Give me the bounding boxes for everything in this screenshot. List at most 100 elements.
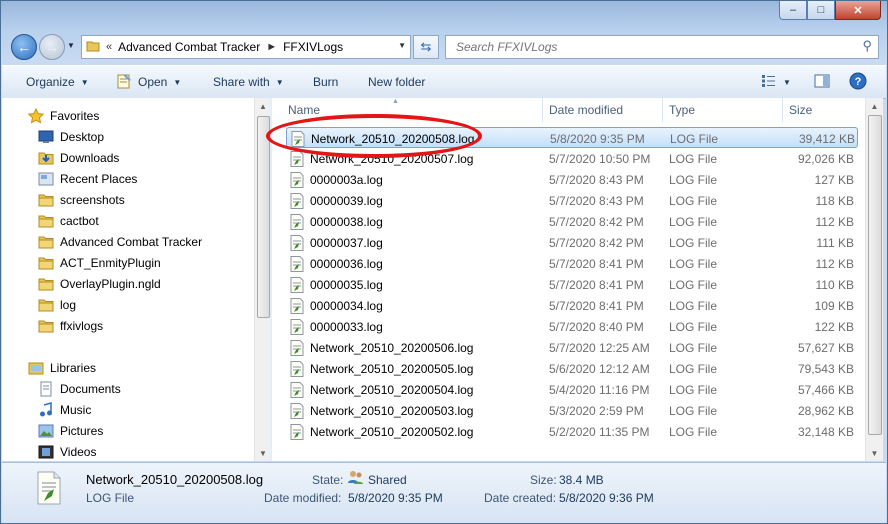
help-button[interactable]: ? <box>846 72 870 92</box>
file-row[interactable]: 00000036.log 5/7/2020 8:41 PM LOG File 112 … <box>286 253 858 274</box>
file-row[interactable]: 00000034.log 5/7/2020 8:41 PM LOG File 109 … <box>286 295 858 316</box>
scroll-down-icon[interactable]: ▼ <box>866 445 883 461</box>
search-input[interactable] <box>454 39 838 55</box>
file-row[interactable]: Network_20510_20200505.log 5/6/2020 12:12… <box>286 358 858 379</box>
file-row[interactable]: 00000038.log 5/7/2020 8:42 PM LOG File 112 … <box>286 211 858 232</box>
nav-item-overlayplugin-ngld[interactable]: OverlayPlugin.ngld <box>38 274 161 294</box>
folder-icon <box>38 192 54 208</box>
file-row[interactable]: Network_20510_20200507.log 5/7/2020 10:50… <box>286 148 858 169</box>
file-name-cell[interactable]: Network_20510_20200507.log <box>290 148 473 169</box>
breadcrumb-overflow[interactable]: « <box>106 41 112 53</box>
forward-button[interactable]: → <box>39 34 65 60</box>
file-name-cell[interactable]: Network_20510_20200502.log <box>290 421 473 442</box>
maximize-button[interactable]: □ <box>807 1 835 20</box>
search-icon[interactable]: ⚲ <box>862 38 872 54</box>
nav-item-recent-places[interactable]: Recent Places <box>38 169 137 189</box>
file-type: LOG File <box>669 361 718 376</box>
file-type: LOG File <box>669 424 718 439</box>
log-file-icon <box>290 360 304 377</box>
nav-item-log[interactable]: log <box>38 295 76 315</box>
new-folder-label: New folder <box>368 75 426 89</box>
file-row[interactable]: Network_20510_20200502.log 5/2/2020 11:35… <box>286 421 858 442</box>
nav-item-pictures[interactable]: Pictures <box>38 421 103 441</box>
file-row[interactable]: 00000037.log 5/7/2020 8:42 PM LOG File 111 … <box>286 232 858 253</box>
navigation-pane-scrollbar[interactable]: ▲ ▼ <box>254 98 271 461</box>
nav-item-label: ffxivlogs <box>60 319 104 333</box>
nav-item-downloads[interactable]: Downloads <box>38 148 119 168</box>
file-row[interactable]: 00000039.log 5/7/2020 8:43 PM LOG File 118 … <box>286 190 858 211</box>
file-name-cell[interactable]: 00000035.log <box>290 274 383 295</box>
file-name-cell[interactable]: Network_20510_20200505.log <box>290 358 473 379</box>
nav-item-music[interactable]: Music <box>38 400 91 420</box>
preview-pane-button[interactable] <box>810 72 834 92</box>
nav-favorites[interactable]: Favorites <box>27 106 99 126</box>
breadcrumb-advanced-combat-tracker[interactable]: Advanced Combat Tracker <box>118 40 260 54</box>
file-name-cell[interactable]: 00000033.log <box>290 316 383 337</box>
file-row[interactable]: Network_20510_20200504.log 5/4/2020 11:16… <box>286 379 858 400</box>
breadcrumb-separator-icon[interactable]: ► <box>266 41 277 53</box>
file-size: 118 KB <box>815 193 854 208</box>
file-name-cell[interactable]: 00000037.log <box>290 232 383 253</box>
file-row[interactable]: Network_20510_20200506.log 5/7/2020 12:25… <box>286 337 858 358</box>
column-divider[interactable] <box>782 98 783 122</box>
file-name-cell[interactable]: Network_20510_20200508.log <box>291 128 474 149</box>
svg-text:?: ? <box>855 76 862 88</box>
file-name: 00000039.log <box>310 193 383 208</box>
back-button[interactable]: ← <box>11 34 37 60</box>
nav-item-act-enmityplugin[interactable]: ACT_EnmityPlugin <box>38 253 161 273</box>
share-with-label: Share with <box>213 75 270 89</box>
scroll-down-icon[interactable]: ▼ <box>255 445 271 461</box>
nav-item-desktop[interactable]: Desktop <box>38 127 104 147</box>
share-with-button[interactable]: Share with ▼ <box>213 66 284 98</box>
scrollbar-thumb[interactable] <box>868 115 882 435</box>
column-header-name[interactable]: Name <box>288 98 320 122</box>
nav-item-cactbot[interactable]: cactbot <box>38 211 99 231</box>
file-name-cell[interactable]: 00000038.log <box>290 211 383 232</box>
file-row[interactable]: 00000035.log 5/7/2020 8:41 PM LOG File 110 … <box>286 274 858 295</box>
file-name-cell[interactable]: 00000039.log <box>290 190 383 211</box>
burn-button[interactable]: Burn <box>313 66 338 98</box>
file-name-cell[interactable]: 00000036.log <box>290 253 383 274</box>
address-dropdown-icon[interactable]: ▼ <box>398 41 406 50</box>
new-folder-button[interactable]: New folder <box>368 66 425 98</box>
nav-item-screenshots[interactable]: screenshots <box>38 190 125 210</box>
column-divider[interactable] <box>542 98 543 122</box>
search-box[interactable]: ⚲ <box>445 35 879 59</box>
file-list-scrollbar[interactable]: ▲ ▼ <box>865 98 883 461</box>
scroll-up-icon[interactable]: ▲ <box>255 98 271 114</box>
column-header-size[interactable]: Size <box>789 98 812 122</box>
file-name-cell[interactable]: Network_20510_20200506.log <box>290 337 473 358</box>
file-date-modified: 5/7/2020 8:41 PM <box>549 256 644 271</box>
nav-libraries[interactable]: Libraries <box>28 358 96 378</box>
minimize-button[interactable]: – <box>779 1 807 20</box>
nav-item-advanced-combat-tracker[interactable]: Advanced Combat Tracker <box>38 232 202 252</box>
address-bar[interactable]: « Advanced Combat Tracker ► FFXIVLogs ▼ <box>81 35 411 59</box>
column-divider[interactable] <box>662 98 663 122</box>
file-name-cell[interactable]: 00000034.log <box>290 295 383 316</box>
nav-item-label: cactbot <box>60 214 99 228</box>
breadcrumb-ffxivlogs[interactable]: FFXIVLogs <box>283 40 343 54</box>
refresh-button[interactable]: ⇆ <box>413 35 439 59</box>
open-button[interactable]: Open ▼ <box>116 66 181 98</box>
file-row[interactable]: 00000033.log 5/7/2020 8:40 PM LOG File 122 … <box>286 316 858 337</box>
column-header-type[interactable]: Type <box>669 98 695 122</box>
close-button[interactable]: ✕ <box>835 1 881 20</box>
file-row[interactable]: 0000003a.log 5/7/2020 8:43 PM LOG File 127 … <box>286 169 858 190</box>
file-name-cell[interactable]: Network_20510_20200503.log <box>290 400 473 421</box>
column-header-date-modified[interactable]: Date modified <box>549 98 623 122</box>
nav-item-ffxivlogs[interactable]: ffxivlogs <box>38 316 103 336</box>
organize-button[interactable]: Organize ▼ <box>26 66 89 98</box>
scroll-up-icon[interactable]: ▲ <box>866 98 883 114</box>
file-row[interactable]: Network_20510_20200503.log 5/3/2020 2:59 … <box>286 400 858 421</box>
sort-arrow-icon: ▲ <box>392 98 399 105</box>
file-name-cell[interactable]: 0000003a.log <box>290 169 383 190</box>
recent-pages-dropdown[interactable]: ▼ <box>67 41 75 50</box>
file-row[interactable]: Network_20510_20200508.log 5/8/2020 9:35 … <box>286 127 858 148</box>
scrollbar-thumb[interactable] <box>257 116 270 318</box>
file-name-cell[interactable]: Network_20510_20200504.log <box>290 379 473 400</box>
nav-item-documents[interactable]: Documents <box>38 379 121 399</box>
file-name: 00000038.log <box>310 214 383 229</box>
nav-item-videos[interactable]: Videos <box>38 442 96 462</box>
file-size: 122 KB <box>814 319 854 334</box>
change-view-button[interactable]: ▼ <box>758 72 794 92</box>
